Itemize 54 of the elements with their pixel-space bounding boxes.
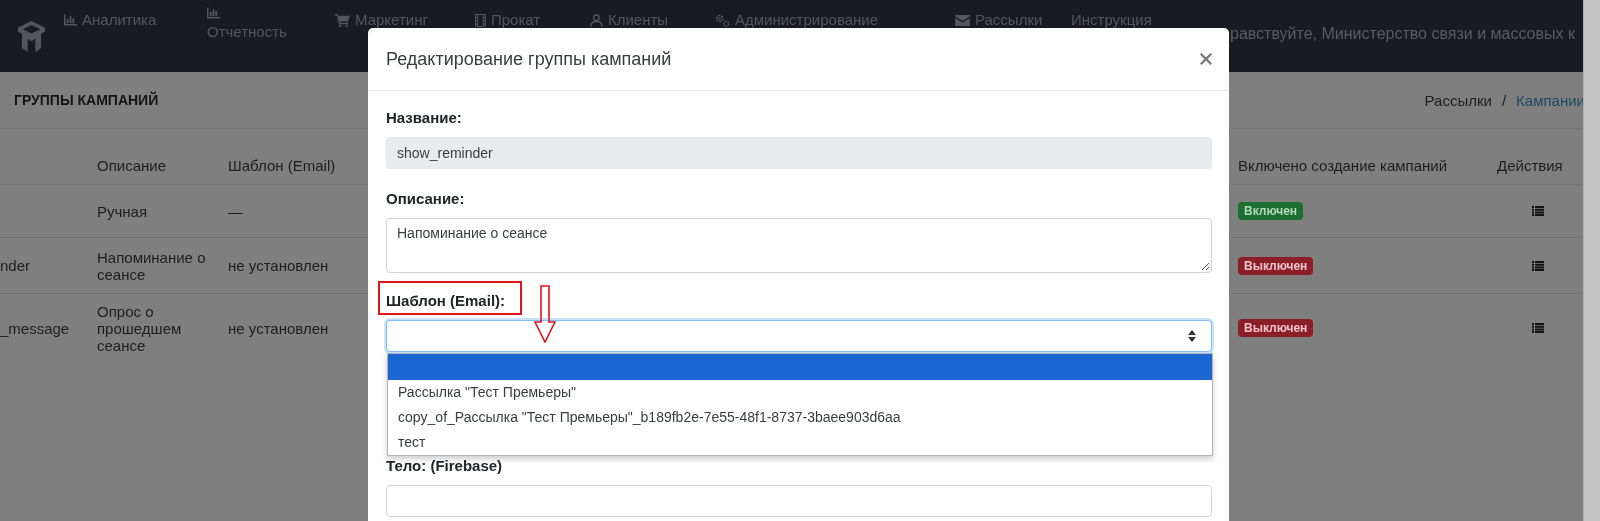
column-header: Шаблон (Email) (228, 156, 337, 176)
table-cell-text: nder (0, 256, 32, 276)
table-cell-text: Опрос о прошедшем сеансе (97, 301, 183, 356)
sort-arrows-icon (1188, 330, 1196, 342)
table-cell-text: — (228, 201, 244, 222)
nav-link[interactable]: Маркетинг (335, 7, 475, 33)
table-cell-text: не установлен (228, 256, 330, 276)
field-label: Название: (386, 109, 462, 126)
table-cell-text: _message (0, 318, 71, 339)
column-header: Действия (1496, 156, 1564, 176)
nav-link[interactable]: Администрирование (715, 7, 955, 33)
list-icon[interactable] (1532, 206, 1544, 216)
nav-link[interactable]: Прокат (475, 7, 590, 33)
nav-link[interactable]: Отчетность (207, 7, 297, 45)
status-badge: Выключен (1238, 319, 1314, 337)
cart-icon (335, 13, 350, 27)
bar-chart-icon (64, 14, 77, 26)
dropdown-option[interactable]: copy_of_Рассылка "Тест Премьеры"_b189fb2e-7e55-48f1-8737-3baee903d6aa (388, 405, 1212, 430)
table-cell-text: Ручная (97, 201, 149, 222)
field-label: Шаблон (Email): (386, 292, 506, 309)
gears-icon (715, 13, 730, 27)
field-label: Описание: (386, 190, 465, 207)
status-badge: Выключен (1238, 256, 1314, 275)
select-field[interactable] (386, 320, 1212, 352)
status-badge: Включен (1238, 202, 1304, 220)
nav-link[interactable]: Рассылки (955, 7, 1071, 33)
scrollbar[interactable] (1583, 0, 1600, 521)
close-icon[interactable] (1200, 53, 1212, 65)
breadcrumb[interactable]: Кампании (1516, 91, 1585, 109)
textarea-field[interactable]: Напоминание о сеансе (386, 218, 1212, 273)
user-icon (590, 13, 603, 27)
breadcrumb-separator: / (1501, 91, 1507, 109)
logo-icon[interactable] (18, 20, 45, 52)
nav-link[interactable]: Клиенты (590, 7, 715, 33)
film-icon (475, 13, 486, 27)
column-header: Описание (97, 156, 168, 176)
resize-grip-icon[interactable] (1201, 262, 1209, 270)
table-cell-text: Напоминание о сеансе (97, 247, 207, 285)
page-title: ГРУППЫ КАМПАНИЙ (14, 92, 159, 108)
dropdown-option[interactable]: Рассылка "Тест Премьеры" (388, 380, 1212, 405)
greeting-text: равствуйте, Министерство связи и массовых к (1230, 24, 1576, 44)
column-header: Включено создание кампаний (1238, 156, 1449, 176)
modal-title: Редактирование группы кампаний (386, 48, 672, 70)
arrow-icon (534, 285, 556, 343)
list-icon[interactable] (1532, 260, 1544, 271)
dropdown-option[interactable]: тест (388, 430, 1212, 455)
list-icon[interactable] (1532, 323, 1544, 333)
bar-chart-icon (207, 7, 220, 19)
field-label: Тело: (Firebase) (386, 457, 503, 474)
input-field[interactable] (386, 485, 1212, 517)
nav-link[interactable]: Аналитика (64, 7, 207, 33)
envelope-icon (955, 14, 970, 26)
breadcrumb: Рассылки (1424, 91, 1492, 109)
table-cell-text: не установлен (228, 318, 330, 339)
